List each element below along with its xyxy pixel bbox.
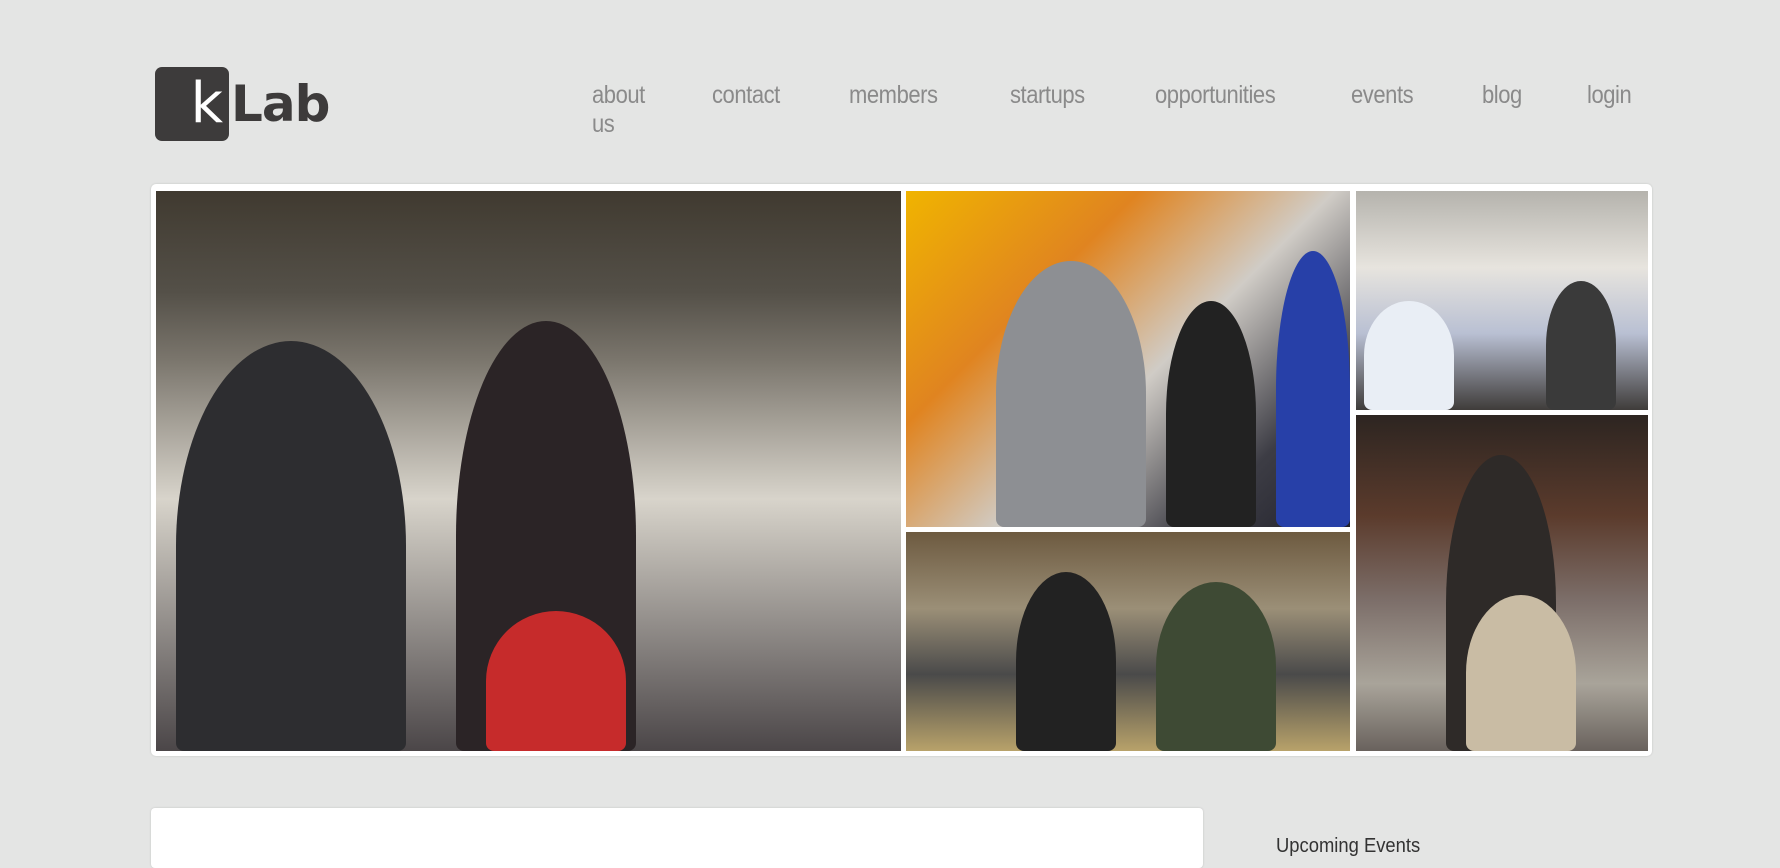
content-card (151, 808, 1203, 868)
klab-logo[interactable]: k Lab (155, 67, 330, 141)
photo-officials-tour (156, 191, 901, 751)
photo-presentation-room (1356, 191, 1648, 410)
photo-workspace-group (906, 532, 1350, 751)
nav-members[interactable]: members (849, 81, 938, 139)
photo-audience-seated (906, 191, 1350, 527)
photo-speaker-microphone (1356, 415, 1648, 751)
main-nav: about us contact members startups opport… (592, 81, 1698, 139)
nav-opportunities[interactable]: opportunities (1155, 81, 1276, 139)
photo-slider[interactable] (151, 184, 1652, 756)
nav-blog[interactable]: blog (1482, 81, 1522, 139)
nav-login[interactable]: login (1587, 81, 1632, 139)
nav-contact[interactable]: contact (712, 81, 780, 139)
logo-text: Lab (231, 75, 330, 133)
upcoming-events-heading: Upcoming Events (1276, 835, 1421, 857)
site-header: k Lab about us contact members startups … (155, 67, 1632, 145)
logo-mark: k (155, 67, 229, 141)
nav-events[interactable]: events (1351, 81, 1414, 139)
nav-about-us[interactable]: about us (592, 81, 645, 139)
nav-startups[interactable]: startups (1010, 81, 1085, 139)
